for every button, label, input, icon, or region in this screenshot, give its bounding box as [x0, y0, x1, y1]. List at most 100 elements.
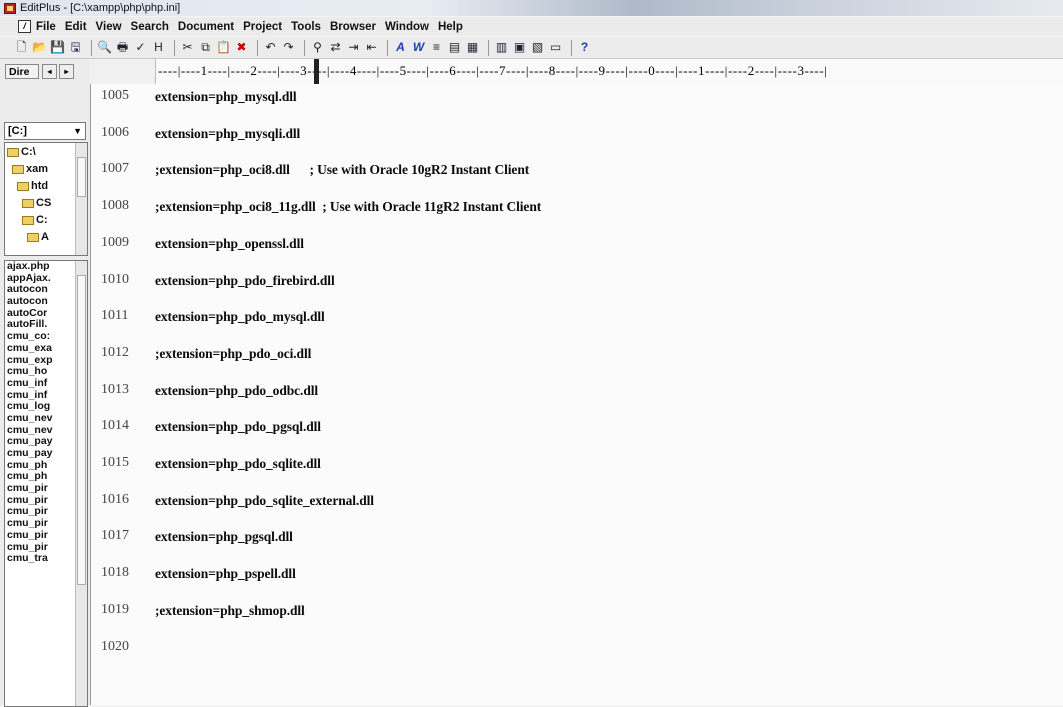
tree-item[interactable]: CS	[22, 196, 51, 210]
file-list-item[interactable]: cmu_pir	[5, 530, 73, 542]
file-list-item[interactable]: cmu_inf	[5, 378, 73, 390]
file-list-item[interactable]: autoFill.	[5, 319, 73, 331]
help-icon[interactable]: ?	[577, 40, 592, 55]
tree-item[interactable]: C:\	[7, 145, 36, 159]
code-line[interactable]: 1008 ;extension=php_oci8_11g.dll ; Use wi…	[91, 196, 1063, 218]
spellcheck-icon[interactable]: ✓	[133, 40, 148, 55]
file-list-item[interactable]: cmu_pir	[5, 542, 73, 554]
code-line[interactable]: 1005 extension=php_mysql.dll	[91, 86, 1063, 108]
menu-window[interactable]: Window	[385, 21, 429, 33]
file-list-item[interactable]: cmu_ph	[5, 471, 73, 483]
code-line[interactable]: 1010 extension=php_pdo_firebird.dll	[91, 270, 1063, 292]
file-list-item[interactable]: cmu_log	[5, 401, 73, 413]
column-select-icon[interactable]: ▦	[465, 40, 480, 55]
code-line[interactable]: 1016 extension=php_pdo_sqlite_external.dl…	[91, 490, 1063, 512]
menu-search[interactable]: Search	[131, 21, 169, 33]
tree-item[interactable]: htd	[17, 179, 48, 193]
copy-icon[interactable]: ⧉	[198, 40, 213, 55]
code-line[interactable]: 1009 extension=php_openssl.dll	[91, 233, 1063, 255]
file-list-item[interactable]: cmu_exp	[5, 355, 73, 367]
tree-item[interactable]: xam	[12, 162, 48, 176]
file-list-item[interactable]: autoCor	[5, 308, 73, 320]
drive-select[interactable]: [C:] ▼	[4, 122, 86, 140]
menu-document[interactable]: Document	[178, 21, 234, 33]
menu-tools[interactable]: Tools	[291, 21, 321, 33]
file-list-item[interactable]: cmu_inf	[5, 390, 73, 402]
save-icon[interactable]: 💾	[50, 40, 65, 55]
file-list-item[interactable]: autocon	[5, 284, 73, 296]
code-line[interactable]: 1015 extension=php_pdo_sqlite.dll	[91, 453, 1063, 475]
print-icon[interactable]: 🖶	[115, 40, 130, 55]
code-line[interactable]: 1007 ;extension=php_oci8.dll ; Use with O…	[91, 159, 1063, 181]
file-list-item[interactable]: cmu_pir	[5, 506, 73, 518]
file-list[interactable]: ajax.php appAjax. autocon autocon autoCor aut…	[4, 260, 88, 707]
split-icon[interactable]: ▥	[494, 40, 509, 55]
tree-scroll-thumb[interactable]	[77, 157, 86, 197]
document-icon[interactable]: /	[18, 20, 31, 33]
directory-tree[interactable]: C:\ xam htd CS C: A	[4, 142, 88, 256]
indent-icon[interactable]: ⇤	[364, 40, 379, 55]
nav-right-icon[interactable]: ▸	[59, 64, 74, 79]
new-file-icon[interactable]: 🗋	[14, 40, 29, 55]
file-list-item[interactable]: cmu_pir	[5, 518, 73, 530]
file-list-scrollbar[interactable]	[75, 261, 87, 706]
code-line[interactable]: 1014 extension=php_pdo_pgsql.dll	[91, 416, 1063, 438]
file-list-item[interactable]: cmu_exa	[5, 343, 73, 355]
file-list-item[interactable]: cmu_co:	[5, 331, 73, 343]
chevron-down-icon[interactable]: ▼	[73, 123, 82, 140]
open-folder-icon[interactable]: 📂	[32, 40, 47, 55]
ruler-icon[interactable]: ▤	[447, 40, 462, 55]
view-icon[interactable]: ▣	[512, 40, 527, 55]
delete-icon[interactable]: ✖	[234, 40, 249, 55]
tree-item[interactable]: A	[27, 230, 49, 244]
save-all-icon[interactable]: 🖫	[68, 40, 83, 55]
word-wrap-icon[interactable]: W	[411, 40, 426, 55]
code-line[interactable]: 1020	[91, 637, 1063, 659]
code-line[interactable]: 1017 extension=php_pgsql.dll	[91, 526, 1063, 548]
menu-browser[interactable]: Browser	[330, 21, 376, 33]
file-list-item[interactable]: appAjax.	[5, 273, 73, 285]
file-list-item[interactable]: cmu_tra	[5, 553, 73, 565]
paste-icon[interactable]: 📋	[216, 40, 231, 55]
file-list-item[interactable]: cmu_nev	[5, 413, 73, 425]
code-line[interactable]: 1011 extension=php_pdo_mysql.dll	[91, 306, 1063, 328]
tools-icon[interactable]: ▧	[530, 40, 545, 55]
file-list-item[interactable]: cmu_ph	[5, 460, 73, 472]
menu-view[interactable]: View	[96, 21, 122, 33]
redo-icon[interactable]: ↷	[281, 40, 296, 55]
code-line[interactable]: 1006 extension=php_mysqli.dll	[91, 123, 1063, 145]
html-preview-icon[interactable]: H	[151, 40, 166, 55]
editor-pane[interactable]: 1005 extension=php_mysql.dll 1006 extension…	[91, 84, 1063, 705]
file-list-item[interactable]: cmu_ho	[5, 366, 73, 378]
file-list-item[interactable]: autocon	[5, 296, 73, 308]
file-list-scroll-thumb[interactable]	[77, 275, 86, 585]
code-line[interactable]: 1018 extension=php_pspell.dll	[91, 563, 1063, 585]
cut-icon[interactable]: ✂	[180, 40, 195, 55]
window-icon[interactable]: ▭	[548, 40, 563, 55]
replace-icon[interactable]: ⇄	[328, 40, 343, 55]
tree-scrollbar[interactable]	[75, 143, 87, 255]
print-preview-icon[interactable]: 🔍	[97, 40, 112, 55]
code-line[interactable]: 1013 extension=php_pdo_odbc.dll	[91, 380, 1063, 402]
code-line[interactable]: 1019 ;extension=php_shmop.dll	[91, 600, 1063, 622]
menu-file[interactable]: File	[36, 21, 56, 33]
file-list-item[interactable]: cmu_pir	[5, 495, 73, 507]
undo-icon[interactable]: ↶	[263, 40, 278, 55]
tree-item[interactable]: C:	[22, 213, 48, 227]
file-list-item[interactable]: ajax.php	[5, 261, 73, 273]
nav-left-icon[interactable]: ◂	[42, 64, 57, 79]
code-line[interactable]: 1012 ;extension=php_pdo_oci.dll	[91, 343, 1063, 365]
file-list-item[interactable]: cmu_pir	[5, 483, 73, 495]
file-list-item[interactable]: cmu_pay	[5, 436, 73, 448]
line-number-icon[interactable]: ≡	[429, 40, 444, 55]
menu-edit[interactable]: Edit	[65, 21, 87, 33]
file-list-item[interactable]: cmu_nev	[5, 425, 73, 437]
goto-icon[interactable]: ⇥	[346, 40, 361, 55]
file-list-item[interactable]: cmu_pay	[5, 448, 73, 460]
find-icon[interactable]: ⚲	[310, 40, 325, 55]
menu-project[interactable]: Project	[243, 21, 282, 33]
directory-tab[interactable]: Dire	[5, 64, 39, 79]
menu-help[interactable]: Help	[438, 21, 463, 33]
line-number: 1014	[101, 418, 129, 434]
font-icon[interactable]: A	[393, 40, 408, 55]
